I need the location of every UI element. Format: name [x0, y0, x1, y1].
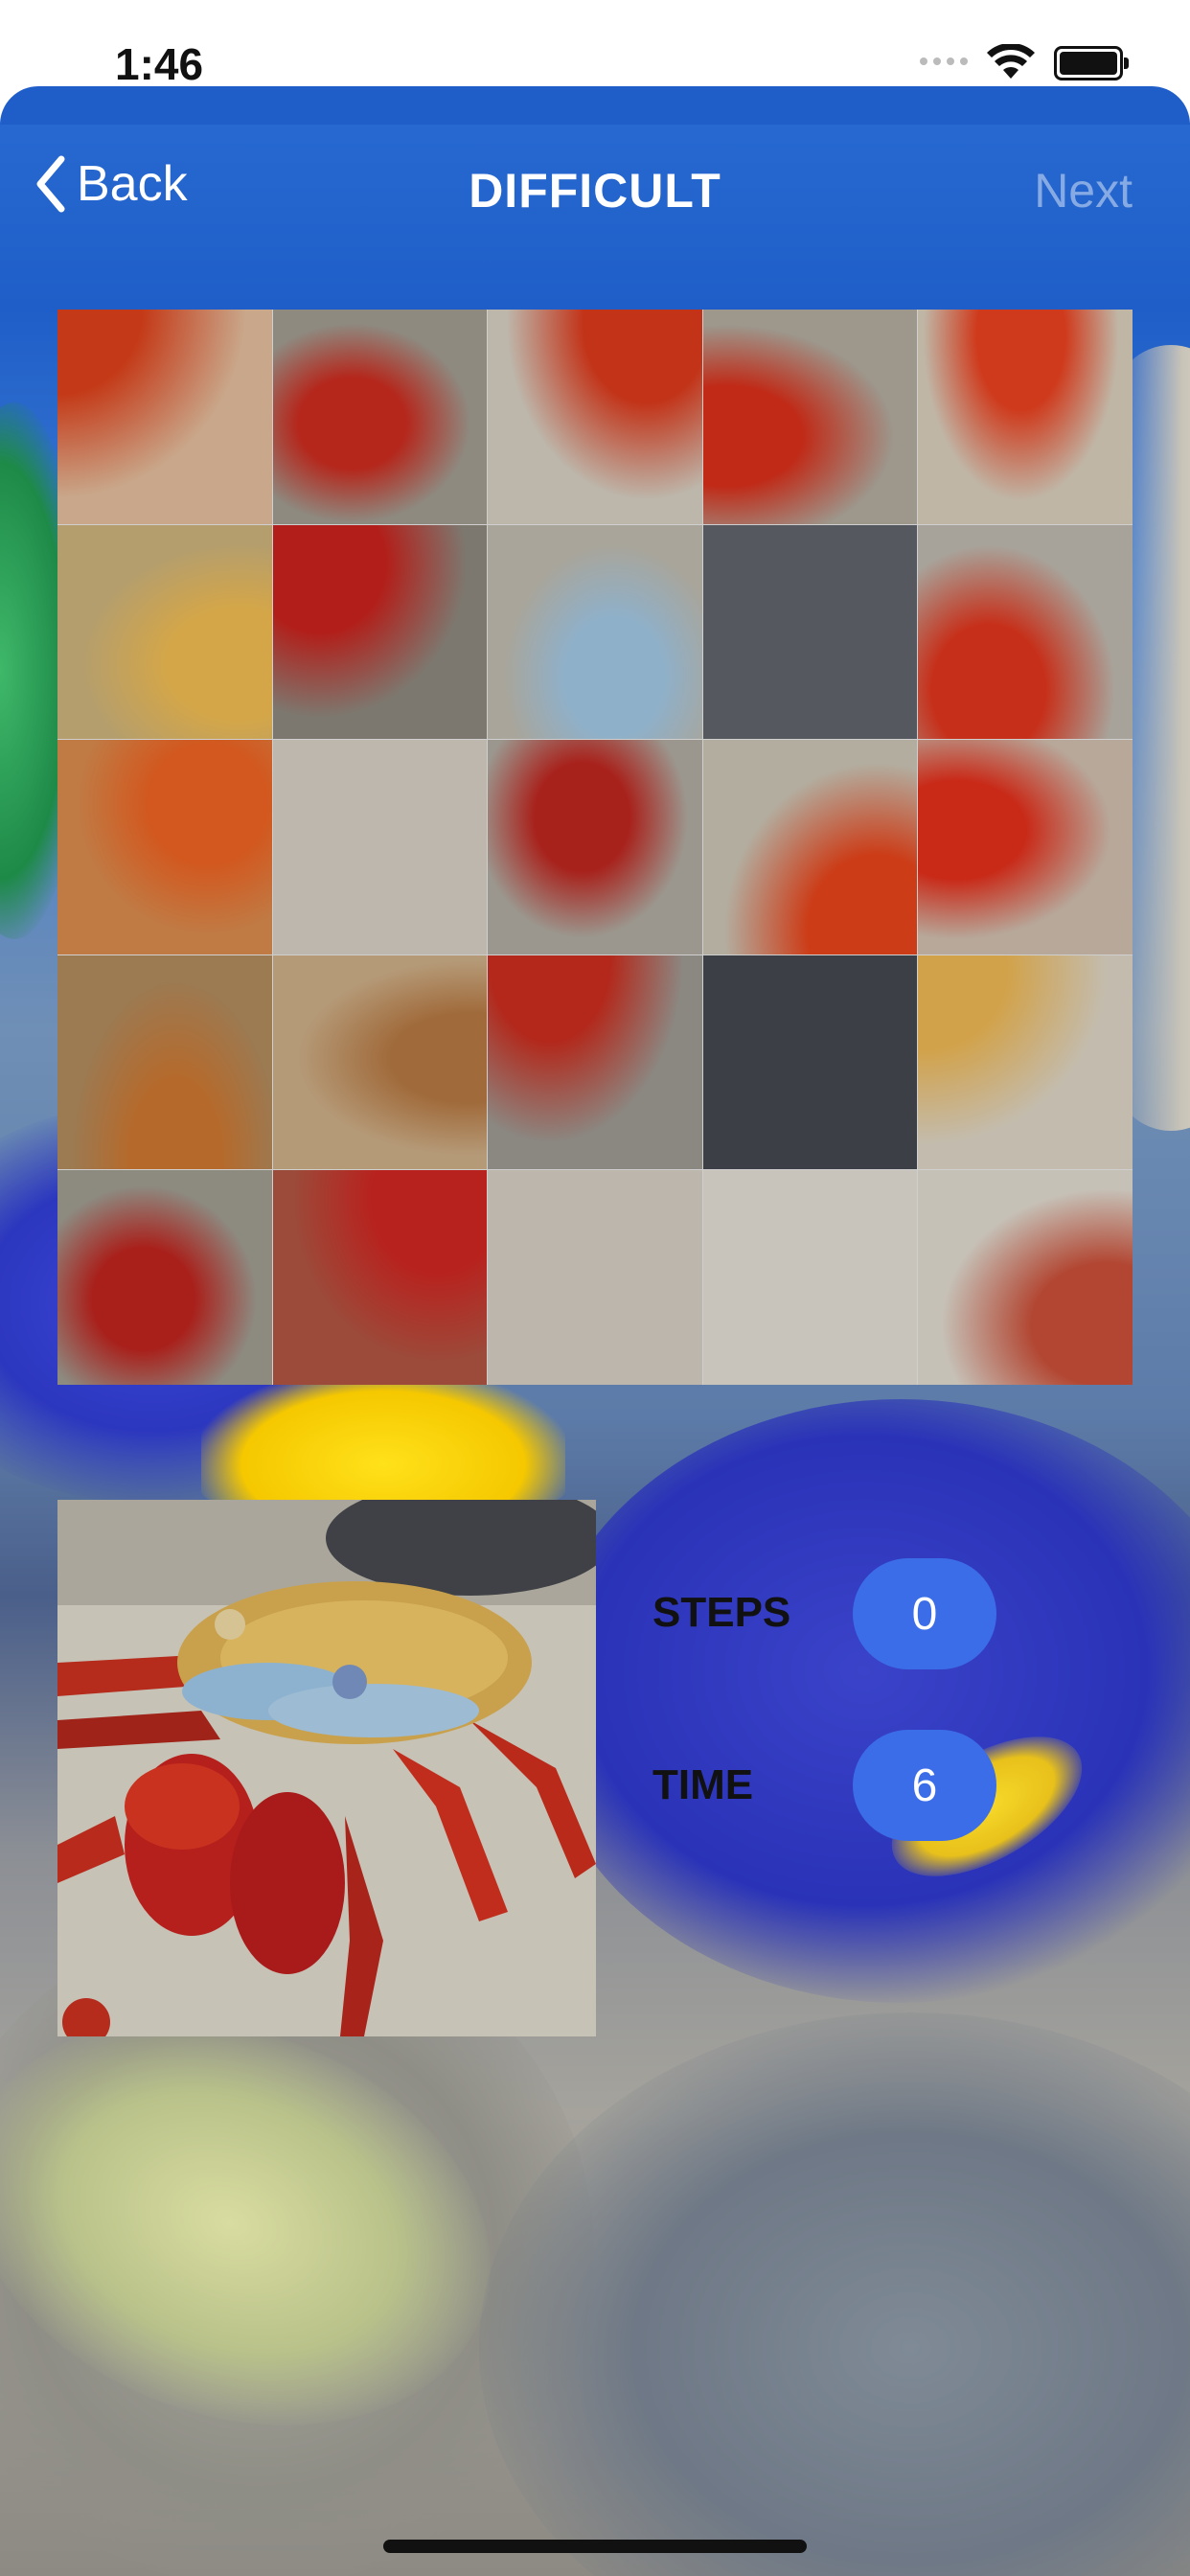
puzzle-tile[interactable]	[57, 310, 272, 524]
notch	[292, 0, 898, 86]
puzzle-tile[interactable]	[57, 1170, 272, 1385]
steps-counter: 0	[853, 1558, 996, 1669]
navigation-bar: Back DIFFICULT Next	[0, 144, 1190, 240]
page-title: DIFFICULT	[469, 164, 721, 218]
puzzle-tile[interactable]	[57, 524, 272, 740]
puzzle-tile[interactable]	[488, 524, 702, 740]
background-rock	[479, 2012, 1190, 2576]
background-yellow-fin	[201, 1370, 565, 1505]
time-label: TIME	[652, 1761, 754, 1808]
puzzle-tile[interactable]	[272, 954, 488, 1170]
puzzle-tile[interactable]	[918, 310, 1133, 524]
puzzle-tile[interactable]	[702, 954, 918, 1170]
puzzle-board	[57, 310, 1133, 1385]
puzzle-tile[interactable]	[488, 1170, 702, 1385]
puzzle-tile[interactable]	[918, 524, 1133, 740]
cellular-signal-icon	[920, 58, 968, 65]
puzzle-tile[interactable]	[702, 1170, 918, 1385]
puzzle-tile[interactable]	[488, 740, 702, 954]
next-button[interactable]: Next	[1034, 163, 1133, 218]
crab-illustration	[57, 1500, 596, 2036]
puzzle-tile[interactable]	[918, 954, 1133, 1170]
puzzle-tile[interactable]	[57, 954, 272, 1170]
puzzle-tile[interactable]	[702, 310, 918, 524]
time-counter: 6	[853, 1730, 996, 1841]
battery-icon	[1054, 46, 1129, 80]
puzzle-tile[interactable]	[272, 524, 488, 740]
status-time: 1:46	[115, 39, 204, 89]
home-indicator	[383, 2540, 807, 2553]
puzzle-tile[interactable]	[272, 740, 488, 954]
puzzle-tile[interactable]	[272, 310, 488, 524]
puzzle-tile[interactable]	[272, 1170, 488, 1385]
puzzle-tile[interactable]	[488, 310, 702, 524]
puzzle-tile[interactable]	[918, 740, 1133, 954]
steps-label: STEPS	[652, 1589, 791, 1636]
wifi-icon	[987, 44, 1035, 79]
puzzle-tile[interactable]	[702, 740, 918, 954]
puzzle-tile[interactable]	[918, 1170, 1133, 1385]
puzzle-tile[interactable]	[57, 740, 272, 954]
background-blue-fish	[537, 1399, 1190, 2003]
preview-image	[57, 1500, 596, 2036]
puzzle-tile[interactable]	[702, 524, 918, 740]
puzzle-tile[interactable]	[488, 954, 702, 1170]
